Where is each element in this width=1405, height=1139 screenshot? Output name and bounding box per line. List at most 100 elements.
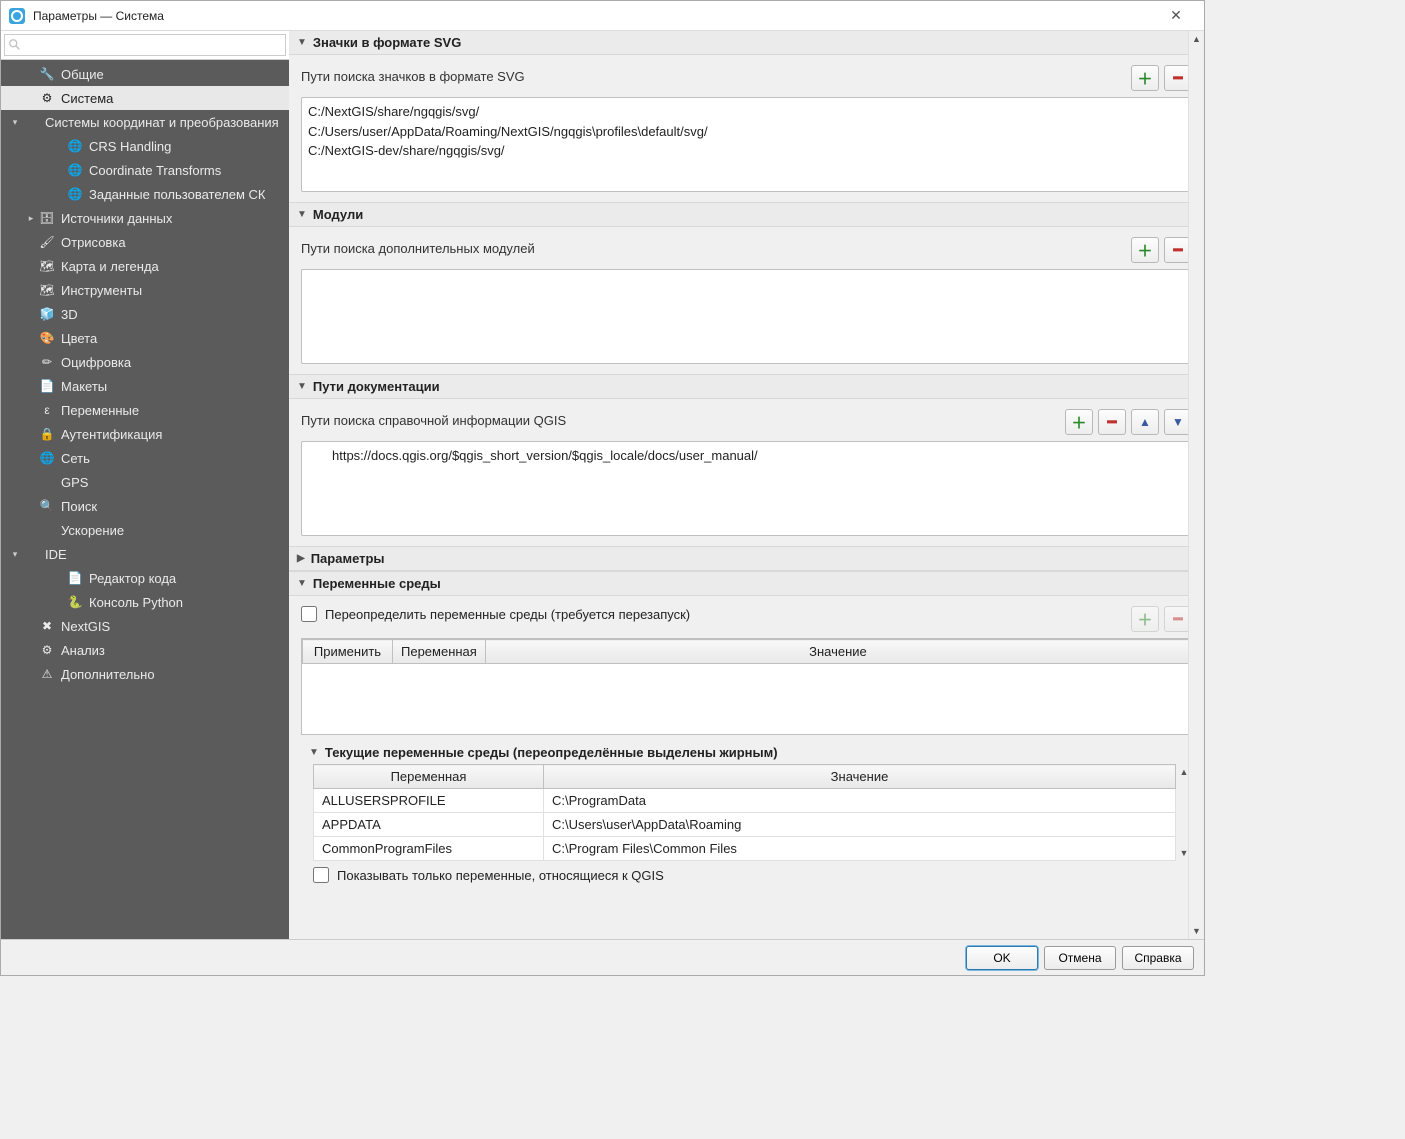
sidebar-item-16[interactable]: 🌐Сеть: [1, 446, 289, 470]
scroll-up-icon[interactable]: ▲: [1189, 31, 1204, 47]
move-up-doc-button[interactable]: ▲: [1131, 409, 1159, 435]
sidebar-item-15[interactable]: 🔒Аутентификация: [1, 422, 289, 446]
cell-value: C:\Users\user\AppData\Roaming: [544, 813, 1176, 837]
tree-item-icon: 📄: [67, 570, 83, 586]
help-button[interactable]: Справка: [1122, 946, 1194, 970]
main-area: 🔧Общие⚙Система▾Системы координат и преоб…: [1, 31, 1204, 939]
search-icon: [8, 38, 22, 52]
docs-paths-list[interactable]: https://docs.qgis.org/$qgis_short_versio…: [301, 441, 1192, 536]
scroll-down-icon[interactable]: ▼: [1189, 923, 1204, 939]
svg-paths-list[interactable]: C:/NextGIS/share/ngqgis/svg/C:/Users/use…: [301, 97, 1192, 192]
sidebar-item-21[interactable]: 📄Редактор кода: [1, 566, 289, 590]
tree-item-icon: 🗺: [39, 282, 55, 298]
section-modules-header[interactable]: ▼ Модули: [289, 202, 1204, 227]
tree-item-icon: ⚙: [39, 90, 55, 106]
sidebar-item-9[interactable]: 🗺Инструменты: [1, 278, 289, 302]
sidebar-item-13[interactable]: 📄Макеты: [1, 374, 289, 398]
sidebar-item-25[interactable]: ⚠Дополнительно: [1, 662, 289, 686]
sidebar-item-18[interactable]: 🔍Поиск: [1, 494, 289, 518]
add-module-path-button[interactable]: ＋: [1131, 237, 1159, 263]
down-icon: ▼: [1172, 415, 1184, 429]
tree-item-icon: 📄: [39, 378, 55, 394]
cell-variable: CommonProgramFiles: [314, 837, 544, 861]
tree-arrow-icon: [53, 188, 65, 200]
section-svg-header[interactable]: ▼ Значки в формате SVG: [289, 31, 1204, 55]
tree-item-label: CRS Handling: [89, 139, 171, 154]
title-bar: Параметры — Система ✕: [1, 1, 1204, 31]
close-button[interactable]: ✕: [1156, 7, 1196, 24]
modules-paths-list[interactable]: [301, 269, 1192, 364]
col-apply[interactable]: Применить: [303, 640, 393, 664]
sidebar-item-2[interactable]: ▾Системы координат и преобразования: [1, 110, 289, 134]
tree-arrow-icon: [25, 428, 37, 440]
current-env-header[interactable]: ▼ Текущие переменные среды (переопределё…: [301, 741, 1192, 764]
sidebar-item-23[interactable]: ✖NextGIS: [1, 614, 289, 638]
add-svg-path-button[interactable]: ＋: [1131, 65, 1159, 91]
expand-icon: ▶: [297, 553, 305, 564]
show-qgis-only-checkbox[interactable]: [313, 867, 329, 883]
sidebar-item-0[interactable]: 🔧Общие: [1, 62, 289, 86]
sidebar-item-20[interactable]: ▾IDE: [1, 542, 289, 566]
add-doc-path-button[interactable]: ＋: [1065, 409, 1093, 435]
col-variable[interactable]: Переменная: [393, 640, 486, 664]
collapse-icon: ▼: [297, 381, 307, 392]
path-entry[interactable]: https://docs.qgis.org/$qgis_short_versio…: [308, 446, 1185, 466]
section-env-header[interactable]: ▼ Переменные среды: [289, 571, 1204, 596]
section-docs-header[interactable]: ▼ Пути документации: [289, 374, 1204, 399]
tree-arrow-icon: [25, 524, 37, 536]
sidebar-item-7[interactable]: 🖌Отрисовка: [1, 230, 289, 254]
remove-doc-path-button[interactable]: ━: [1098, 409, 1126, 435]
tree-item-icon: 🌐: [67, 186, 83, 202]
sidebar-item-6[interactable]: ▸🗄Источники данных: [1, 206, 289, 230]
sidebar-item-24[interactable]: ⚙Анализ: [1, 638, 289, 662]
tree-item-icon: [23, 114, 39, 130]
ok-button[interactable]: OK: [966, 946, 1038, 970]
table-row[interactable]: CommonProgramFilesC:\Program Files\Commo…: [314, 837, 1192, 861]
sidebar-item-8[interactable]: 🗺Карта и легенда: [1, 254, 289, 278]
search-box: [1, 31, 289, 60]
section-params-header[interactable]: ▶ Параметры: [289, 546, 1204, 571]
content-panel: ▼ Значки в формате SVG Пути поиска значк…: [289, 31, 1204, 939]
sidebar-item-5[interactable]: 🌐Заданные пользователем СК: [1, 182, 289, 206]
sidebar-item-3[interactable]: 🌐CRS Handling: [1, 134, 289, 158]
tree-arrow-icon: [25, 620, 37, 632]
sidebar-item-10[interactable]: 🧊3D: [1, 302, 289, 326]
tree-item-label: Отрисовка: [61, 235, 126, 250]
section-title: Параметры: [311, 551, 385, 566]
tree-arrow-icon: [25, 668, 37, 680]
content-scrollbar[interactable]: ▲ ▼: [1188, 31, 1204, 939]
col-variable[interactable]: Переменная: [314, 765, 544, 789]
path-entry[interactable]: C:/Users/user/AppData/Roaming/NextGIS/ng…: [308, 122, 1185, 142]
path-entry[interactable]: C:/NextGIS/share/ngqgis/svg/: [308, 102, 1185, 122]
section-title: Значки в формате SVG: [313, 35, 461, 50]
col-value[interactable]: Значение: [544, 765, 1176, 789]
tree-arrow-icon: [25, 284, 37, 296]
tree-arrow-icon: [25, 308, 37, 320]
tree-item-icon: 🔍: [39, 498, 55, 514]
sidebar-item-22[interactable]: 🐍Консоль Python: [1, 590, 289, 614]
search-input[interactable]: [4, 34, 286, 56]
table-row[interactable]: APPDATAC:\Users\user\AppData\Roaming: [314, 813, 1192, 837]
sidebar-item-17[interactable]: GPS: [1, 470, 289, 494]
sidebar-item-12[interactable]: ✏Оцифровка: [1, 350, 289, 374]
sidebar-item-14[interactable]: εПеременные: [1, 398, 289, 422]
up-icon: ▲: [1139, 415, 1151, 429]
tree-arrow-icon: [53, 572, 65, 584]
sidebar-item-4[interactable]: 🌐Coordinate Transforms: [1, 158, 289, 182]
tree-arrow-icon: ▾: [9, 116, 21, 128]
col-value[interactable]: Значение: [485, 640, 1190, 664]
plus-icon: ＋: [1137, 609, 1152, 630]
cancel-button[interactable]: Отмена: [1044, 946, 1116, 970]
window-title: Параметры — Система: [33, 9, 1156, 23]
tree-item-icon: 🗺: [39, 258, 55, 274]
sidebar-item-19[interactable]: Ускорение: [1, 518, 289, 542]
sidebar-item-11[interactable]: 🎨Цвета: [1, 326, 289, 350]
override-env-checkbox[interactable]: [301, 606, 317, 622]
tree-arrow-icon: [25, 260, 37, 272]
table-row[interactable]: ALLUSERSPROFILEC:\ProgramData: [314, 789, 1192, 813]
path-entry[interactable]: C:/NextGIS-dev/share/ngqgis/svg/: [308, 141, 1185, 161]
section-svg-body: Пути поиска значков в формате SVG ＋ ━ C:…: [289, 55, 1204, 202]
sidebar-item-1[interactable]: ⚙Система: [1, 86, 289, 110]
tree-arrow-icon: [53, 164, 65, 176]
tree-item-icon: 🗄: [39, 210, 55, 226]
